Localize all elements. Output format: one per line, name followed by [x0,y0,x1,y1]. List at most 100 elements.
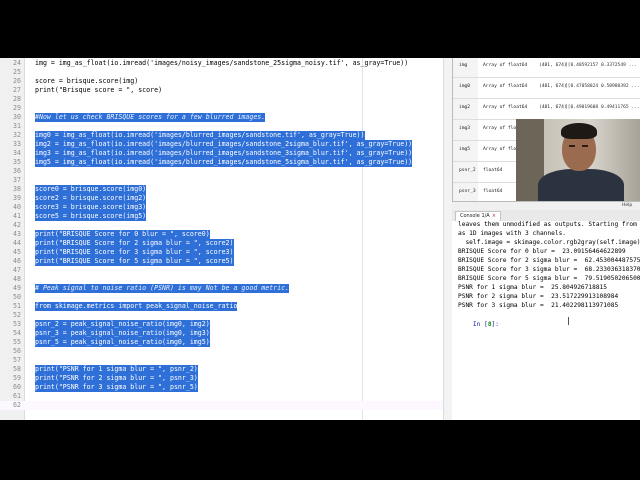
console-tab-label: Console 1/A [460,213,490,219]
code-line[interactable]: 32 img0 = img_as_float(io.imread('images/… [0,131,443,140]
code-text: print("PSNR for 2 sigma blur = ", psnr_3… [35,374,198,383]
code-text: print("BRISQUE Score for 2 sigma blur = … [35,239,234,248]
code-comment: #Now let us check BRISQUE scores for a f… [35,113,266,122]
code-line[interactable]: 44 print("BRISQUE Score for 2 sigma blur … [0,239,443,248]
code-line[interactable]: 61 [0,392,443,401]
console-output-line: BRISQUE Score for 3 sigma blur = 68.2330… [458,266,640,273]
variable-size: (481, 674) [539,63,567,68]
code-line[interactable]: 56 [0,347,443,356]
line-number: 49 [13,284,21,292]
variable-row[interactable]: img2 Array of float64 (481, 674) [[0.490196… [453,98,640,120]
code-line[interactable]: 42 [0,221,443,230]
line-number: 48 [13,275,21,283]
line-number: 44 [13,239,21,247]
code-line[interactable]: 29 [0,104,443,113]
line-number: 54 [13,329,21,337]
code-text: img = img_as_float(io.imread('images/noi… [35,59,409,67]
code-line[interactable]: 49 # Peak signal to noise ratio (PSNR) is… [0,284,443,293]
console-output-line: PSNR for 2 sigma blur = 23.5172299131089… [458,293,619,300]
line-number: 25 [13,68,21,76]
line-number: 53 [13,320,21,328]
code-line[interactable]: 57 [0,356,443,365]
top-black-band [0,0,640,58]
console-output-line: as 1D images with 3 channels. [458,230,567,237]
variable-value: [[0.40592157 0.3372549 ... [565,63,637,68]
editor-scrollbar[interactable] [443,58,452,420]
code-line[interactable]: 58 print("PSNR for 1 sigma blur = ", psnr… [0,365,443,374]
line-number: 29 [13,104,21,112]
console-output-line: PSNR for 1 sigma blur = 25.804926718815 [458,284,608,291]
code-line[interactable]: 55 psnr_5 = peak_signal_noise_ratio(img0,… [0,338,443,347]
tab-console[interactable]: Console 1/A × [455,211,501,221]
code-text: print("PSNR for 3 sigma blur = ", psnr_5… [35,383,198,392]
variable-type: float64 [483,189,503,194]
code-line[interactable]: 25 [0,68,443,77]
variable-type: Array of float64 [483,105,528,110]
code-text: img3 = img_as_float(io.imread('images/bl… [35,149,413,158]
code-line[interactable]: 37 [0,176,443,185]
close-icon[interactable]: × [492,213,496,219]
code-line[interactable]: 33 img2 = img_as_float(io.imread('images/… [0,140,443,149]
code-text: score5 = brisque.score(img5) [35,212,147,221]
variable-size: (481, 674) [539,84,567,89]
code-line[interactable]: 34 img3 = img_as_float(io.imread('images/… [0,149,443,158]
code-line[interactable]: 31 [0,122,443,131]
presenter-webcam [516,119,640,201]
code-line[interactable]: 50 [0,293,443,302]
code-line[interactable]: 36 [0,167,443,176]
variable-row[interactable]: img0 Array of float64 (481, 674) [[0.470588… [453,77,640,99]
variable-value: [[0.49019608 0.49411765 ... [565,105,640,110]
code-line[interactable]: 30 #Now let us check BRISQUE scores for a… [0,113,443,122]
line-number: 38 [13,185,21,193]
code-line[interactable]: 41 score5 = brisque.score(img5) [0,212,443,221]
code-comment: # Peak signal to noise ratio (PSNR) is m… [35,284,290,293]
line-number: 39 [13,194,21,202]
line-number: 56 [13,347,21,355]
code-text: score = brisque.score(img) [35,77,139,85]
code-editor[interactable]: 24 img = img_as_float(io.imread('images/n… [0,58,452,420]
code-line[interactable]: 54 psnr_3 = peak_signal_noise_ratio(img0,… [0,329,443,338]
code-text: print("BRISQUE Score for 0 blur = ", sco… [35,230,210,239]
code-line[interactable]: 62 [0,401,443,410]
code-line[interactable]: 28 [0,95,443,104]
bottom-black-band [0,420,640,480]
variable-name: psnr_2 [459,168,476,173]
line-number: 51 [13,302,21,310]
console-output-line: PSNR for 3 sigma blur = 21.4022981139710… [458,302,619,309]
line-number: 27 [13,86,21,94]
variable-value: [[0.47058824 0.50980392 ... [565,84,640,89]
code-line[interactable]: 53 psnr_2 = peak_signal_noise_ratio(img0,… [0,320,443,329]
line-number: 55 [13,338,21,346]
tab-help[interactable]: Help [622,203,632,208]
console-output-line: leaves them unmodified as outputs. Start… [458,221,640,228]
code-line[interactable]: 27 print("Brisque score = ", score) [0,86,443,95]
code-text: img0 = img_as_float(io.imread('images/bl… [35,131,365,140]
code-line[interactable]: 45 print("BRISQUE Score for 3 sigma blur … [0,248,443,257]
code-line[interactable]: 52 [0,311,443,320]
code-line[interactable]: 59 print("PSNR for 2 sigma blur = ", psnr… [0,374,443,383]
code-line[interactable]: 35 img5 = img_as_float(io.imread('images/… [0,158,443,167]
line-number: 37 [13,176,21,184]
ipython-console[interactable]: image 0.19. Currently, rgb2gray allows 2… [452,221,640,420]
code-line[interactable]: 48 [0,275,443,284]
code-line[interactable]: 51 from skimage.metrics import peak_signa… [0,302,443,311]
code-line[interactable]: 43 print("BRISQUE Score for 0 blur = ", s… [0,230,443,239]
line-number: 43 [13,230,21,238]
variable-name: img5 [459,147,471,152]
console-output-line: BRISQUE Score for 0 blur = 23.0915646462… [458,248,626,255]
code-line[interactable]: 38 score0 = brisque.score(img0) [0,185,443,194]
code-text: from skimage.metrics import peak_signal_… [35,302,238,311]
code-line[interactable]: 47 [0,266,443,275]
code-line[interactable]: 24 img = img_as_float(io.imread('images/n… [0,59,443,68]
code-line[interactable]: 26 score = brisque.score(img) [0,77,443,86]
line-number: 46 [13,257,21,265]
variable-row[interactable]: img Array of float64 (481, 674) [[0.4059215… [453,58,640,78]
code-line[interactable]: 39 score2 = brisque.score(img2) [0,194,443,203]
line-number: 35 [13,158,21,166]
code-line[interactable]: 40 score3 = brisque.score(img3) [0,203,443,212]
code-text: psnr_3 = peak_signal_noise_ratio(img0, i… [35,329,210,338]
variable-type: float64 [483,168,503,173]
code-line[interactable]: 60 print("PSNR for 3 sigma blur = ", psnr… [0,383,443,392]
code-line[interactable]: 46 print("BRISQUE Score for 5 sigma blur … [0,257,443,266]
line-number: 33 [13,140,21,148]
